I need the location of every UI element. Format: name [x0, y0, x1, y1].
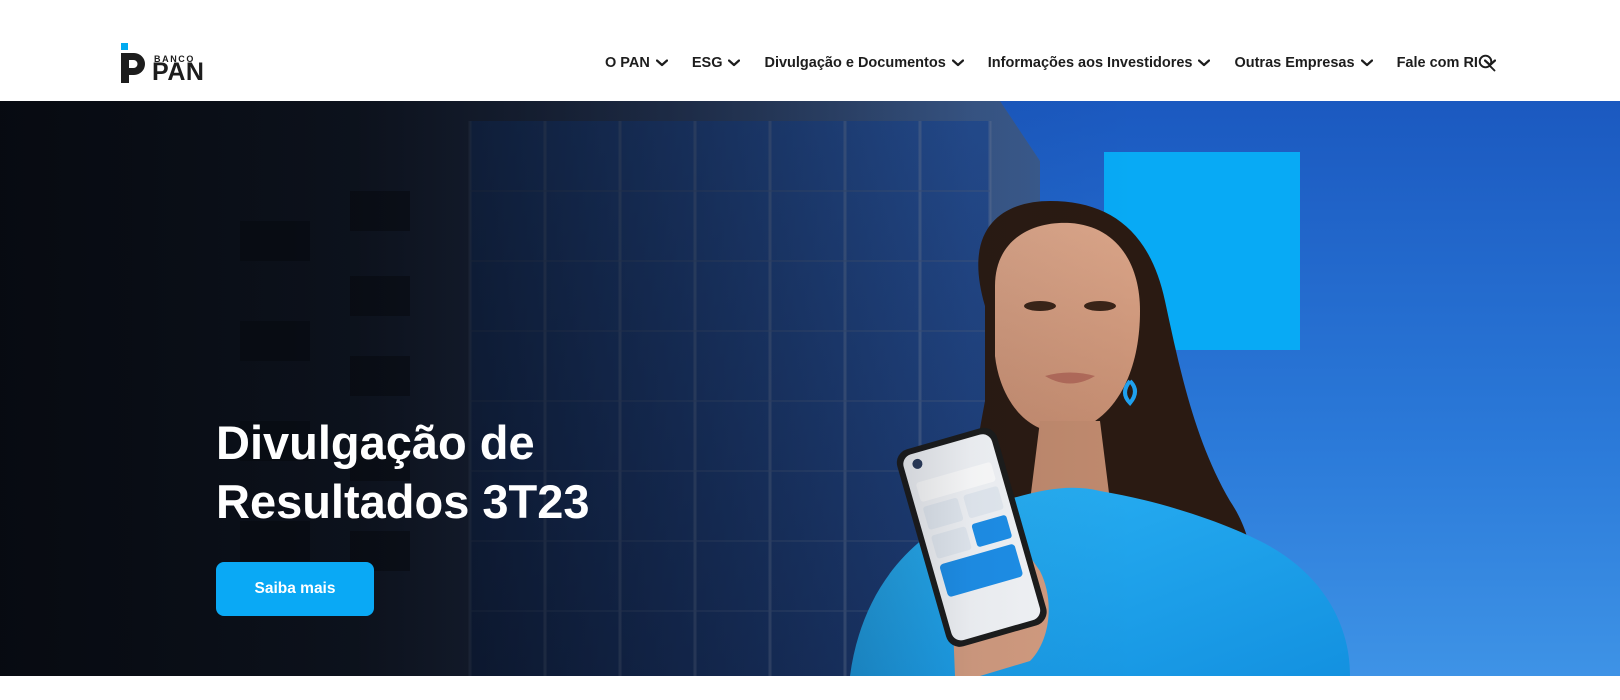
chevron-down-icon — [951, 59, 964, 67]
nav-item-divulgacao[interactable]: Divulgação e Documentos — [764, 55, 964, 71]
nav-item-label: Informações aos Investidores — [987, 55, 1193, 71]
main-nav: O PAN ESG Divulgação e Documentos Inform… — [605, 52, 1496, 74]
nav-item-informacoes-investidores[interactable]: Informações aos Investidores — [988, 55, 1211, 71]
nav-item-label: ESG — [691, 55, 723, 71]
chevron-down-icon — [655, 59, 668, 67]
chevron-down-icon — [1360, 59, 1373, 67]
nav-item-label: Outras Empresas — [1234, 55, 1355, 71]
hero-title-line-1: Divulgação de — [216, 416, 535, 469]
hero-banner: Divulgação de Resultados 3T23 Saiba mais — [0, 101, 1620, 676]
chevron-down-icon — [1198, 59, 1211, 67]
nav-item-label: Divulgação e Documentos — [764, 55, 946, 71]
logo-pan-text: PAN — [152, 58, 205, 86]
saiba-mais-button[interactable]: Saiba mais — [216, 562, 374, 616]
search-icon[interactable] — [1478, 54, 1496, 72]
site-header: BANCO PAN O PAN ESG Divulgação e Documen… — [0, 0, 1620, 101]
nav-item-esg[interactable]: ESG — [692, 55, 741, 71]
nav-item-label: O PAN — [605, 55, 650, 71]
nav-item-label: Fale com RI — [1396, 55, 1478, 71]
nav-item-o-pan[interactable]: O PAN — [605, 55, 668, 71]
logo-accent-dot — [121, 43, 128, 50]
logo-p-mark-icon — [121, 53, 145, 83]
hero-title: Divulgação de Resultados 3T23 — [216, 413, 776, 531]
nav-item-outras-empresas[interactable]: Outras Empresas — [1234, 55, 1373, 71]
banco-pan-logo[interactable]: BANCO PAN — [121, 43, 207, 86]
hero-title-line-2: Resultados 3T23 — [216, 475, 590, 528]
chevron-down-icon — [728, 59, 741, 67]
page-below-hero — [0, 676, 1620, 700]
